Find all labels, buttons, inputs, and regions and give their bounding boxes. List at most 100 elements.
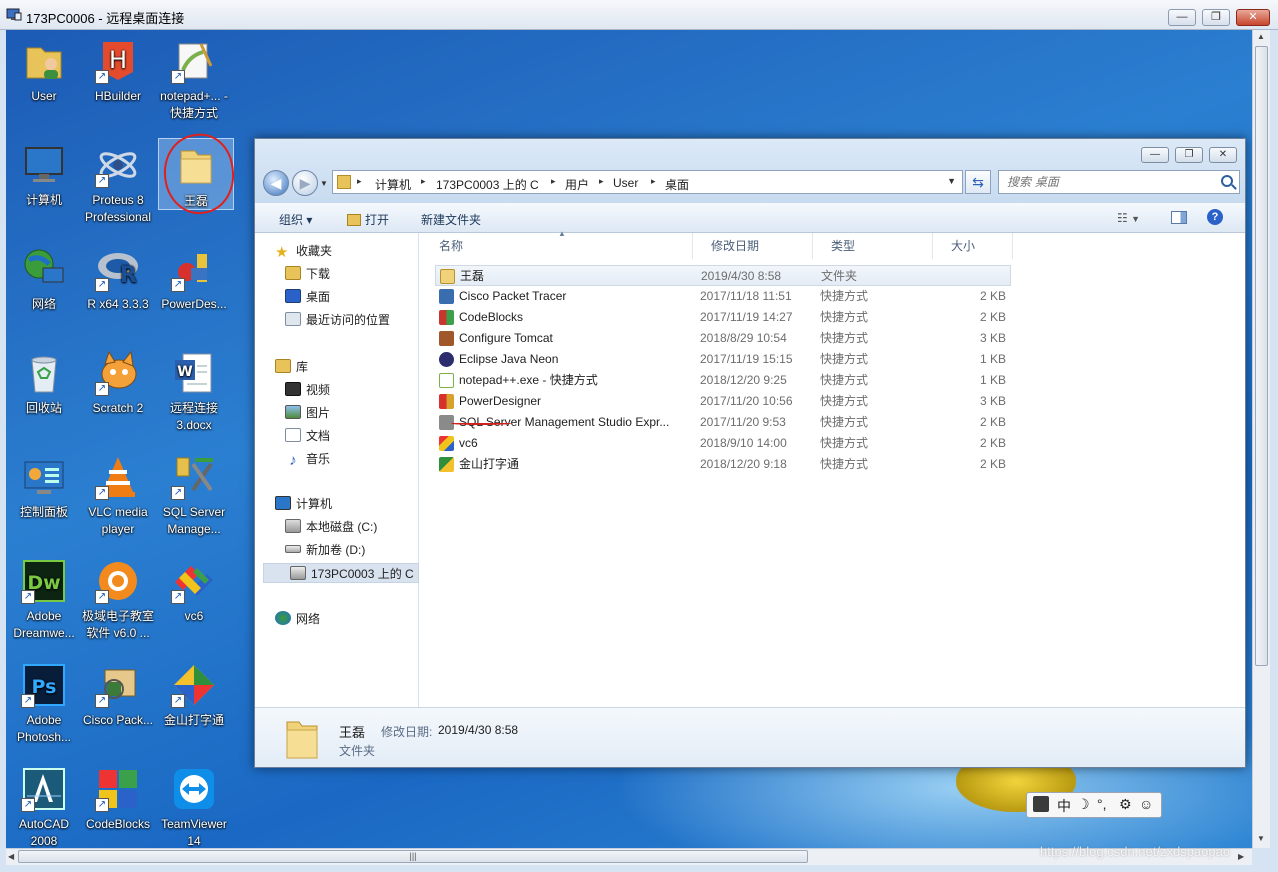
desktop-icon-scratch[interactable]: ↗ Scratch 2 (80, 346, 156, 417)
explorer-maximize-button[interactable]: ❐ (1175, 147, 1203, 163)
refresh-button[interactable]: ⇆ (965, 170, 991, 194)
scroll-down-arrow-icon[interactable]: ▼ (1257, 834, 1265, 843)
explorer-close-button[interactable]: ✕ (1209, 147, 1237, 163)
file-row[interactable]: PowerDesigner 2017/11/20 10:56 快捷方式 3 KB (435, 391, 1011, 412)
desktop-icon-autocad[interactable]: ↗ AutoCAD 2008 (6, 762, 82, 848)
vertical-scroll-thumb[interactable] (1255, 46, 1268, 666)
chevron-right-icon[interactable]: ▸ (421, 176, 426, 187)
desktop-icon-proteus[interactable]: ↗ Proteus 8 Professional (80, 138, 156, 226)
recent-pages-dropdown[interactable]: ▼ (320, 179, 328, 188)
nav-computer[interactable]: 计算机 (275, 494, 332, 514)
search-input[interactable] (1007, 172, 1217, 192)
chevron-right-icon[interactable]: ▸ (357, 176, 362, 187)
breadcrumb-user[interactable]: User (613, 176, 638, 190)
explorer-minimize-button[interactable]: — (1141, 147, 1169, 163)
nav-music-label: 音乐 (306, 452, 331, 466)
organize-menu[interactable]: 组织 ▾ (279, 211, 312, 228)
chevron-down-icon: ▼ (1131, 214, 1141, 224)
desktop-icon-sql-server[interactable]: ↗ SQL Server Manage... (156, 450, 232, 538)
desktop-icon-classroom[interactable]: ↗ 极域电子教室 软件 v6.0 ... (80, 554, 156, 642)
chevron-right-icon[interactable]: ▸ (599, 176, 604, 187)
desktop-icon-codeblocks[interactable]: ↗ CodeBlocks (80, 762, 156, 833)
nav-music[interactable]: ♪ 音乐 (285, 449, 330, 469)
desktop-icon-network[interactable]: 网络 (6, 242, 82, 313)
file-row[interactable]: Cisco Packet Tracer 2017/11/18 11:51 快捷方… (435, 286, 1011, 307)
column-header-name[interactable]: 名称 (421, 233, 693, 259)
nav-favorites[interactable]: ★ 收藏夹 (275, 241, 332, 261)
nav-network[interactable]: 网络 (275, 609, 320, 629)
desktop-icon-cisco[interactable]: ↗ Cisco Pack... (80, 658, 156, 729)
desktop-icon-vc6[interactable]: ↗ vc6 (156, 554, 232, 625)
file-date: 2017/11/19 15:15 (700, 352, 793, 366)
nav-recent-places[interactable]: 最近访问的位置 (285, 310, 390, 330)
file-row[interactable]: SQL Server Management Studio Expr... 201… (435, 412, 1011, 433)
nav-pictures[interactable]: 图片 (285, 403, 330, 423)
search-box[interactable] (998, 170, 1240, 194)
ime-emoji-icon[interactable]: ☺ (1139, 796, 1153, 812)
scroll-right-arrow-icon[interactable]: ▶ (1238, 852, 1244, 861)
desktop-icon-dreamweaver[interactable]: Dw ↗ Adobe Dreamwe... (6, 554, 82, 642)
breadcrumb-desktop[interactable]: 桌面 (665, 176, 689, 193)
scroll-up-arrow-icon[interactable]: ▲ (1257, 32, 1265, 41)
nav-downloads[interactable]: 下载 (285, 264, 330, 284)
ime-language-toggle[interactable]: 中 (1057, 796, 1071, 816)
address-bar[interactable]: ▸ 计算机 ▸ 173PC0003 上的 C ▸ 用户 ▸ User ▸ 桌面 … (332, 170, 963, 194)
address-dropdown-button[interactable]: ▼ (947, 176, 956, 186)
rdp-maximize-button[interactable]: ❐ (1202, 9, 1230, 26)
forward-button[interactable]: ▶ (292, 170, 318, 196)
nav-desktop[interactable]: 桌面 (285, 287, 330, 307)
view-options-button[interactable]: ☷ ▼ (1117, 211, 1140, 225)
open-button[interactable]: 打开 (347, 211, 389, 228)
vertical-scrollbar[interactable]: ▲ ▼ (1252, 30, 1270, 848)
preview-pane-button[interactable] (1171, 211, 1187, 227)
file-row[interactable]: notepad++.exe - 快捷方式 2018/12/20 9:25 快捷方… (435, 370, 1011, 391)
file-row[interactable]: 王磊 2019/4/30 8:58 文件夹 (435, 265, 1011, 286)
nav-documents[interactable]: 文档 (285, 426, 330, 446)
column-header-type[interactable]: 类型 (813, 233, 933, 259)
breadcrumb-users[interactable]: 用户 (565, 176, 589, 193)
file-row[interactable]: vc6 2018/9/10 14:00 快捷方式 2 KB (435, 433, 1011, 454)
chevron-right-icon[interactable]: ▸ (551, 176, 556, 187)
ime-punctuation-toggle[interactable]: °, (1097, 796, 1107, 812)
breadcrumb-computer[interactable]: 计算机 (375, 176, 411, 193)
desktop-icon-label: Adobe Photosh... (16, 713, 72, 744)
file-size: 2 KB (979, 436, 1006, 450)
nav-network-share-c[interactable]: 173PC0003 上的 C (263, 563, 419, 583)
desktop-icon-word-doc[interactable]: W 远程连接 3.docx (156, 346, 232, 434)
desktop-icon-recycle-bin[interactable]: 回收站 (6, 346, 82, 417)
column-header-size[interactable]: 大小 (933, 233, 1013, 259)
back-button[interactable]: ◀ (263, 170, 289, 196)
desktop-icon-typing[interactable]: ↗ 金山打字通 (156, 658, 232, 729)
file-row[interactable]: Eclipse Java Neon 2017/11/19 15:15 快捷方式 … (435, 349, 1011, 370)
nav-libraries[interactable]: 库 (275, 357, 308, 377)
file-row[interactable]: 金山打字通 2018/12/20 9:18 快捷方式 2 KB (435, 454, 1011, 475)
scroll-left-arrow-icon[interactable]: ◀ (8, 852, 14, 861)
desktop-icon-teamviewer[interactable]: TeamViewer 14 (156, 762, 232, 848)
search-icon[interactable] (1221, 175, 1233, 187)
ime-settings-icon[interactable]: ⚙ (1119, 796, 1132, 813)
desktop-icon-photoshop[interactable]: Ps ↗ Adobe Photosh... (6, 658, 82, 746)
desktop-icon-notepad-plus[interactable]: ↗ notepad+... - 快捷方式 (156, 34, 232, 122)
desktop-icon-control-panel[interactable]: 控制面板 (6, 450, 82, 521)
nav-local-disk-c[interactable]: 本地磁盘 (C:) (285, 517, 377, 537)
desktop-icon-computer[interactable]: 计算机 (6, 138, 82, 209)
file-row[interactable]: CodeBlocks 2017/11/19 14:27 快捷方式 2 KB (435, 307, 1011, 328)
nav-volume-d[interactable]: 新加卷 (D:) (285, 540, 365, 560)
file-row[interactable]: Configure Tomcat 2018/8/29 10:54 快捷方式 3 … (435, 328, 1011, 349)
horizontal-scroll-thumb[interactable]: ||| (18, 850, 808, 863)
desktop-icon-vlc[interactable]: ↗ VLC media player (80, 450, 156, 538)
breadcrumb-share[interactable]: 173PC0003 上的 C (436, 176, 539, 193)
desktop-icon-powerdesigner[interactable]: ↗ PowerDes... (156, 242, 232, 313)
desktop-icon-user[interactable]: User (6, 34, 82, 105)
help-button[interactable]: ? (1207, 209, 1223, 225)
new-folder-button[interactable]: 新建文件夹 (421, 211, 481, 228)
ime-width-toggle[interactable]: ☽ (1077, 796, 1090, 813)
column-header-date[interactable]: 修改日期 (693, 233, 813, 259)
desktop-icon-r[interactable]: R ↗ R x64 3.3.3 (80, 242, 156, 313)
ime-logo-icon[interactable] (1033, 796, 1049, 812)
rdp-close-button[interactable]: ✕ (1236, 9, 1270, 26)
chevron-right-icon[interactable]: ▸ (651, 176, 656, 187)
rdp-minimize-button[interactable]: — (1168, 9, 1196, 26)
desktop-icon-hbuilder[interactable]: H ↗ HBuilder (80, 34, 156, 105)
nav-videos[interactable]: 视频 (285, 380, 330, 400)
